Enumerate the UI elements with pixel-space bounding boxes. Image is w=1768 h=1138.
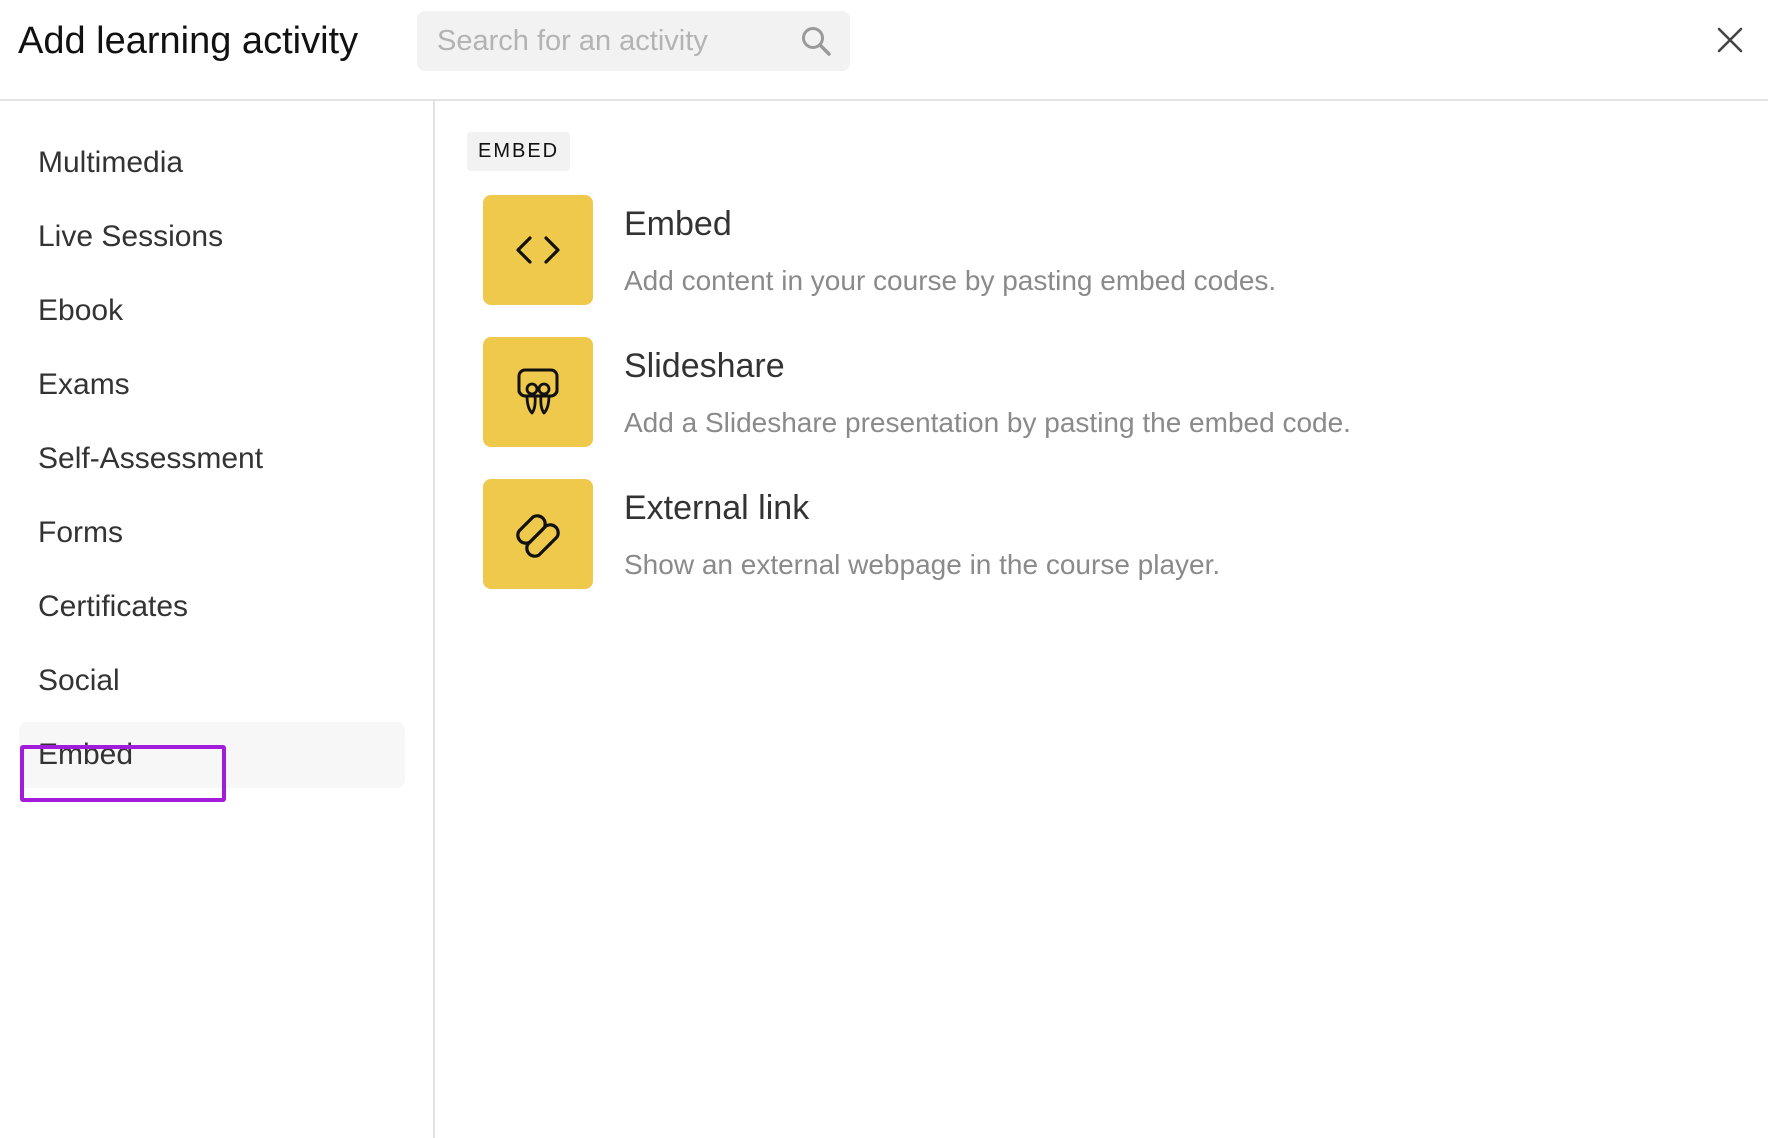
activity-embed[interactable]: Embed Add content in your course by past… bbox=[483, 195, 1683, 307]
activity-description: Add content in your course by pasting em… bbox=[624, 265, 1277, 296]
sidebar-item-forms[interactable]: Forms bbox=[19, 500, 405, 566]
activity-slideshare[interactable]: Slideshare Add a Slideshare presentation… bbox=[483, 337, 1683, 449]
slideshare-icon bbox=[517, 368, 559, 415]
activity-tile bbox=[483, 479, 593, 589]
activity-external-link[interactable]: External link Show an external webpage i… bbox=[483, 479, 1683, 591]
code-icon bbox=[516, 236, 560, 264]
sidebar-item-embed[interactable]: Embed bbox=[19, 722, 405, 788]
section-label: EMBED bbox=[467, 132, 571, 171]
sidebar-item-certificates[interactable]: Certificates bbox=[19, 574, 405, 640]
activity-tile bbox=[483, 195, 593, 305]
category-sidebar: Multimedia Live Sessions Ebook Exams Sel… bbox=[0, 101, 435, 1138]
dialog-header: Add learning activity bbox=[0, 0, 1768, 101]
activity-name: External link bbox=[624, 489, 810, 527]
search-box[interactable] bbox=[417, 11, 850, 71]
activity-description: Add a Slideshare presentation by pasting… bbox=[624, 407, 1351, 438]
close-icon[interactable] bbox=[1714, 24, 1746, 56]
sidebar-item-social[interactable]: Social bbox=[19, 648, 405, 714]
activity-description: Show an external webpage in the course p… bbox=[624, 549, 1221, 580]
search-icon[interactable] bbox=[800, 25, 832, 57]
dialog-title: Add learning activity bbox=[18, 20, 359, 62]
sidebar-item-ebook[interactable]: Ebook bbox=[19, 278, 405, 344]
activity-list-panel: EMBED Embed Add content in your course b… bbox=[437, 101, 1768, 1138]
add-learning-activity-dialog: Add learning activity Multimedia Live Se… bbox=[0, 0, 1768, 1138]
sidebar-item-multimedia[interactable]: Multimedia bbox=[19, 130, 405, 196]
sidebar-item-self-assessment[interactable]: Self-Assessment bbox=[19, 426, 405, 492]
activity-name: Embed bbox=[624, 205, 732, 243]
sidebar-item-live-sessions[interactable]: Live Sessions bbox=[19, 204, 405, 270]
link-icon bbox=[516, 514, 560, 558]
search-input[interactable] bbox=[437, 11, 787, 71]
activity-tile bbox=[483, 337, 593, 447]
activity-name: Slideshare bbox=[624, 347, 785, 385]
sidebar-item-exams[interactable]: Exams bbox=[19, 352, 405, 418]
